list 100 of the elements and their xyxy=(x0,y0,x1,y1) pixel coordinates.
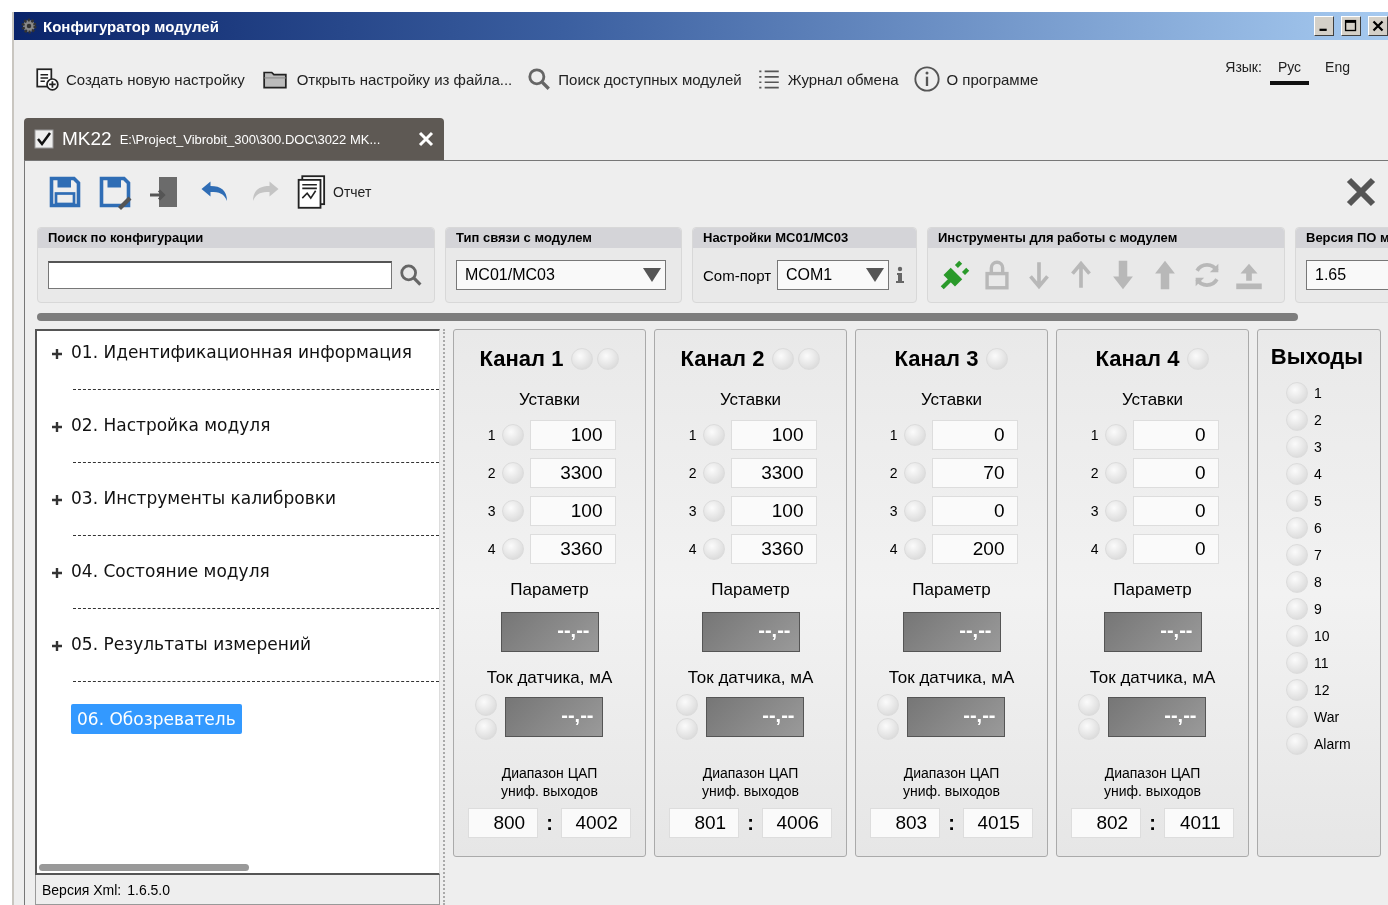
sensor-current-label: Ток датчика, мА xyxy=(687,668,814,689)
group-title: Инструменты для работы с модулем xyxy=(928,228,1284,248)
output-label: 10 xyxy=(1314,628,1330,644)
parameter-display: --,-- xyxy=(902,612,1001,652)
setpoint-index: 4 xyxy=(1089,541,1099,557)
maximize-icon[interactable] xyxy=(1341,16,1361,36)
document-plus-icon xyxy=(34,66,60,92)
outputs-title: Выходы xyxy=(1270,344,1364,370)
dropdown-caret-icon xyxy=(866,268,884,282)
setpoints-label: Уставки xyxy=(518,390,581,411)
setpoint-index: 2 xyxy=(888,465,898,481)
group-title: Версия ПО м xyxy=(1296,228,1388,248)
setpoint-field[interactable]: 3360 xyxy=(730,534,817,564)
close-icon[interactable] xyxy=(1346,177,1376,207)
expand-icon[interactable] xyxy=(51,494,63,506)
setpoint-index: 1 xyxy=(1089,427,1099,443)
tree-item[interactable]: 04. Состояние модуля xyxy=(71,558,270,584)
output-label: Alarm xyxy=(1314,736,1351,752)
setpoint-index: 2 xyxy=(687,465,697,481)
setpoint-field[interactable]: 0 xyxy=(931,420,1018,450)
range-separator: : xyxy=(948,811,955,835)
current-display: --,-- xyxy=(705,697,804,737)
minimize-icon[interactable] xyxy=(1314,16,1334,36)
xml-version-value: 1.6.5.0 xyxy=(127,881,171,898)
setpoint-index: 3 xyxy=(687,503,697,519)
floppy-disk-pen-icon[interactable] xyxy=(97,174,133,210)
dac-max-field[interactable]: 4002 xyxy=(560,808,631,839)
setpoint-index: 3 xyxy=(486,503,496,519)
group-title: Поиск по конфигурации xyxy=(38,228,434,248)
plug-icon[interactable] xyxy=(938,258,972,292)
output-label: 12 xyxy=(1314,682,1330,698)
expand-icon[interactable] xyxy=(51,421,63,433)
range-separator: : xyxy=(747,811,754,835)
scrollbar[interactable] xyxy=(39,864,249,871)
file-path: E:\Project_Vibrobit_300\300.DOC\3022 MK... xyxy=(119,131,382,147)
version-field[interactable]: 1.65 xyxy=(1306,260,1388,290)
setpoint-field[interactable]: 100 xyxy=(730,420,817,450)
report-icon xyxy=(297,175,327,209)
dac-min-field[interactable]: 802 xyxy=(1071,808,1142,839)
setpoint-index: 4 xyxy=(486,541,496,557)
setpoint-field[interactable]: 0 xyxy=(1132,534,1219,564)
setpoint-field[interactable]: 0 xyxy=(931,496,1018,526)
dac-max-field[interactable]: 4011 xyxy=(1163,808,1234,839)
sensor-current-label: Ток датчика, мА xyxy=(1089,668,1216,689)
dac-min-field[interactable]: 803 xyxy=(870,808,941,839)
dac-range-label: Диапазон ЦАП униф. выходов xyxy=(902,764,1001,801)
setpoint-field[interactable]: 100 xyxy=(529,420,616,450)
expand-icon[interactable] xyxy=(51,348,63,360)
output-label: 11 xyxy=(1314,655,1329,671)
tab-label: MK22 xyxy=(62,128,112,150)
sensor-current-label: Ток датчика, мА xyxy=(888,668,1015,689)
toolbar-button[interactable]: О программе xyxy=(912,65,1039,93)
tree-item[interactable]: 02. Настройка модуля xyxy=(71,412,271,438)
setpoint-field[interactable]: 100 xyxy=(529,496,616,526)
search-field[interactable] xyxy=(48,261,393,289)
dac-min-field[interactable]: 801 xyxy=(669,808,740,839)
link-type-dropdown[interactable]: MC01/MC03 xyxy=(456,260,666,290)
document-tab[interactable]: MK22 E:\Project_Vibrobit_300\300.DOC\3022 MK... xyxy=(24,118,444,160)
xml-version-label: Версия Xml: xyxy=(42,881,122,898)
language-option[interactable]: Рус xyxy=(1269,57,1310,85)
dac-max-field[interactable]: 4015 xyxy=(962,808,1033,839)
report-button[interactable]: Отчет xyxy=(297,175,372,209)
toolbar-button[interactable]: Журнал обмена xyxy=(755,66,899,92)
setpoint-index: 1 xyxy=(687,427,697,443)
port-label: Com-порт xyxy=(703,266,771,284)
dac-min-field[interactable]: 800 xyxy=(468,808,539,839)
dac-max-field[interactable]: 4006 xyxy=(761,808,832,839)
toolbar-button[interactable]: Открыть настройку из файла... xyxy=(258,66,513,92)
setpoint-field[interactable]: 70 xyxy=(931,458,1018,488)
output-label: 6 xyxy=(1314,520,1322,536)
setpoint-index: 2 xyxy=(1089,465,1099,481)
toolbar-button[interactable]: Создать новую настройку xyxy=(34,66,245,92)
scrollbar[interactable] xyxy=(37,313,1298,321)
setpoint-field[interactable]: 3360 xyxy=(529,534,616,564)
language-option[interactable]: Eng xyxy=(1317,57,1358,85)
setpoint-field[interactable]: 3300 xyxy=(730,458,817,488)
tree-item[interactable]: 05. Результаты измерений xyxy=(71,631,312,657)
setpoint-index: 4 xyxy=(888,541,898,557)
tree-item[interactable]: 01. Идентификационная информация xyxy=(71,339,412,365)
group-title: Настройки MC01/MC03 xyxy=(693,228,916,248)
parameter-display: --,-- xyxy=(701,612,800,652)
expand-icon[interactable] xyxy=(51,567,63,579)
parameter-label: Параметр xyxy=(912,580,991,601)
setpoint-field[interactable]: 0 xyxy=(1132,420,1219,450)
setpoint-field[interactable]: 3300 xyxy=(529,458,616,488)
port-dropdown[interactable]: COM1 xyxy=(777,260,889,290)
setpoint-field[interactable]: 100 xyxy=(730,496,817,526)
setpoints-label: Уставки xyxy=(920,390,983,411)
setpoint-field[interactable]: 0 xyxy=(1132,496,1219,526)
output-label: 4 xyxy=(1314,466,1322,482)
setpoint-field[interactable]: 0 xyxy=(1132,458,1219,488)
setpoint-index: 1 xyxy=(888,427,898,443)
output-label: 7 xyxy=(1314,547,1322,563)
checkbox[interactable] xyxy=(34,129,54,149)
setpoint-field[interactable]: 200 xyxy=(931,534,1018,564)
toolbar-button[interactable]: Поиск доступных модулей xyxy=(526,66,742,92)
dac-range-label: Диапазон ЦАП униф. выходов xyxy=(1103,764,1202,801)
tree-item[interactable]: 03. Инструменты калибровки xyxy=(71,485,337,511)
expand-icon[interactable] xyxy=(51,640,63,652)
info-icon[interactable] xyxy=(895,266,905,284)
